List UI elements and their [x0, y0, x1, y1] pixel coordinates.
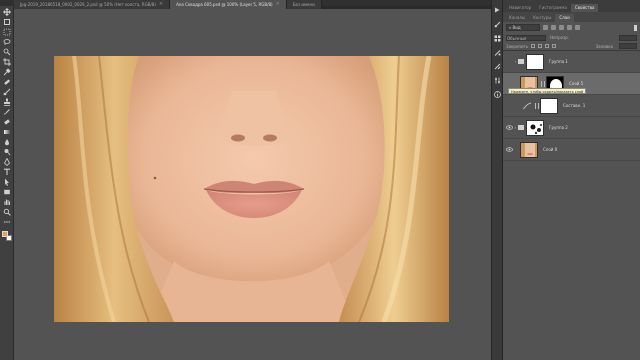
search-icon: ⌕: [509, 25, 512, 30]
layers-panel: Навигатор Гистограмма Свойства Каналы Ко…: [503, 0, 640, 360]
panel-tabs-top: Навигатор Гистограмма Свойства: [503, 0, 640, 12]
document-tab-label: Без имени: [292, 2, 315, 7]
type-layer-filter-icon[interactable]: [559, 25, 564, 30]
document-canvas-image[interactable]: [54, 56, 449, 322]
tools-panel: [0, 6, 14, 360]
layer-row-layer-5[interactable]: Слой 5 Нажмите, чтобы скрыть/показать сл…: [503, 73, 640, 95]
properties-icon[interactable]: [493, 76, 501, 84]
fill-field[interactable]: [619, 43, 637, 49]
document-tab-label: Jpg-2019_20180518_0002_0029_2.psd @ 50% …: [20, 2, 156, 7]
tab-channels[interactable]: Каналы: [505, 14, 529, 22]
shape-layer-filter-icon[interactable]: [567, 25, 572, 30]
adjustments-icon[interactable]: [493, 48, 501, 56]
close-icon[interactable]: ×: [276, 0, 280, 9]
layer-filter-select[interactable]: ⌕ Вид: [506, 24, 540, 31]
crop-tool-icon[interactable]: [2, 58, 11, 66]
path-selection-tool-icon[interactable]: [2, 178, 11, 186]
lock-image-icon[interactable]: [538, 44, 543, 48]
tab-histogram[interactable]: Гистограмма: [535, 4, 571, 12]
tab-layers[interactable]: Слои: [555, 14, 574, 22]
history-brush-tool-icon[interactable]: [2, 108, 11, 116]
fill-label: Заливка: [595, 43, 613, 49]
foreground-color-swatch[interactable]: [1, 231, 8, 237]
blend-mode-row: Обычные Непрозр.: [503, 33, 640, 42]
blur-tool-icon[interactable]: [2, 138, 11, 146]
lock-position-icon[interactable]: [545, 44, 550, 48]
opacity-field[interactable]: [619, 34, 637, 41]
tooltip: Нажмите, чтобы скрыть/показать слой: [508, 88, 587, 94]
dodge-tool-icon[interactable]: [2, 148, 11, 156]
lock-label: Закрепить: [506, 43, 529, 49]
link-icon[interactable]: [541, 80, 545, 87]
eyedropper-tool-icon[interactable]: [2, 68, 11, 76]
blend-mode-select[interactable]: Обычные: [506, 34, 546, 41]
layer-row-adjustment[interactable]: Составн. 1: [503, 95, 640, 117]
lock-all-icon[interactable]: [552, 44, 557, 48]
panel-tabs-layers: Каналы Контуры Слои: [503, 12, 640, 22]
layer-row-group-1[interactable]: › Группа 1: [503, 51, 640, 73]
filter-toggle[interactable]: [634, 24, 637, 31]
panel-icon-dock: [491, 0, 503, 360]
filter-select-label: Вид: [512, 25, 521, 30]
layer-name[interactable]: Слой 0: [543, 147, 557, 152]
canvas-area[interactable]: [14, 9, 491, 360]
layer-mask-thumbnail[interactable]: [526, 53, 544, 70]
tab-paths[interactable]: Контуры: [529, 14, 555, 22]
more-tools-icon[interactable]: [2, 218, 11, 226]
document-tab-3[interactable]: Без имени: [286, 0, 322, 9]
layer-name[interactable]: Группа 1: [549, 59, 568, 64]
pixel-layer-filter-icon[interactable]: [543, 25, 548, 30]
folder-icon: [518, 125, 524, 130]
layer-row-group-2[interactable]: › Группа 2: [503, 117, 640, 139]
rectangle-tool-icon[interactable]: [2, 188, 11, 196]
lasso-tool-icon[interactable]: [2, 38, 11, 46]
blend-mode-label: Обычные: [507, 35, 527, 41]
tab-navigator[interactable]: Навигатор: [505, 4, 535, 12]
clone-stamp-tool-icon[interactable]: [2, 98, 11, 106]
zoom-tool-icon[interactable]: [2, 208, 11, 216]
eraser-tool-icon[interactable]: [2, 118, 11, 126]
swatches-icon[interactable]: [493, 34, 501, 42]
tab-properties[interactable]: Свойства: [570, 4, 599, 12]
layer-name[interactable]: Слой 5: [569, 81, 583, 86]
close-icon[interactable]: ×: [159, 0, 163, 9]
curves-adjustment-icon: [520, 101, 534, 111]
layer-filter-row: ⌕ Вид: [503, 22, 640, 33]
link-icon[interactable]: [535, 102, 539, 109]
smart-object-filter-icon[interactable]: [575, 25, 580, 30]
document-tab-label: Ana Сквадра 605.psd @ 100% (Layer 5, RGB…: [176, 2, 273, 7]
layer-name[interactable]: Составн. 1: [563, 103, 585, 108]
pen-tool-icon[interactable]: [2, 158, 11, 166]
artboard-tool-icon[interactable]: [2, 18, 11, 26]
lock-row: Закрепить Заливка: [503, 42, 640, 51]
layer-name[interactable]: Группа 2: [549, 125, 568, 130]
document-tabs: Jpg-2019_20180518_0002_0029_2.psd @ 50% …: [14, 0, 322, 9]
brush-settings-icon[interactable]: [493, 20, 501, 28]
adjustment-layer-filter-icon[interactable]: [551, 25, 556, 30]
opacity-label: Непрозр.: [550, 35, 570, 40]
healing-brush-tool-icon[interactable]: [2, 78, 11, 86]
document-tab-1[interactable]: Jpg-2019_20180518_0002_0029_2.psd @ 50% …: [14, 0, 171, 9]
type-tool-icon[interactable]: [2, 168, 11, 176]
folder-icon: [518, 59, 524, 64]
lock-transparent-icon[interactable]: [531, 44, 536, 48]
brush-tool-icon[interactable]: [2, 88, 11, 96]
hand-tool-icon[interactable]: [2, 198, 11, 206]
move-tool-icon[interactable]: [2, 8, 11, 16]
document-tab-2[interactable]: Ana Сквадра 605.psd @ 100% (Layer 5, RGB…: [170, 0, 287, 9]
marquee-tool-icon[interactable]: [2, 28, 11, 36]
layer-mask-thumbnail[interactable]: [540, 97, 558, 114]
layer-mask-thumbnail[interactable]: [526, 119, 544, 136]
layer-thumbnail[interactable]: [520, 141, 538, 158]
color-swatches[interactable]: [1, 230, 13, 242]
gradient-tool-icon[interactable]: [2, 128, 11, 136]
info-icon[interactable]: [493, 90, 501, 98]
eye-icon[interactable]: [505, 125, 513, 130]
styles-icon[interactable]: [493, 62, 501, 70]
eye-icon[interactable]: [505, 147, 513, 152]
layer-row-layer-0[interactable]: Слой 0: [503, 139, 640, 161]
play-icon[interactable]: [493, 6, 501, 14]
quick-selection-tool-icon[interactable]: [2, 48, 11, 56]
layers-list: › Группа 1 Слой 5 Нажмите, чтобы скрыть/…: [503, 51, 640, 161]
